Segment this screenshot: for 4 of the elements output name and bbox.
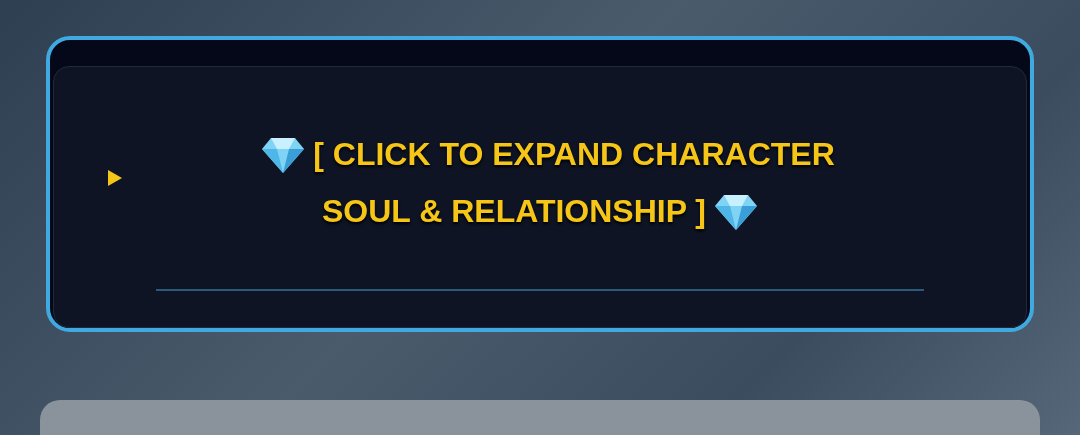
- summary-text[interactable]: [ CLICK TO EXPAND CHARACTER: [313, 126, 835, 183]
- disclosure-triangle-icon[interactable]: [108, 170, 122, 186]
- disclosure-panel[interactable]: [ CLICK TO EXPAND CHARACTER SOUL & RELATIONSHIP ]: [46, 36, 1034, 332]
- summary-text[interactable]: SOUL & RELATIONSHIP ]: [322, 183, 706, 240]
